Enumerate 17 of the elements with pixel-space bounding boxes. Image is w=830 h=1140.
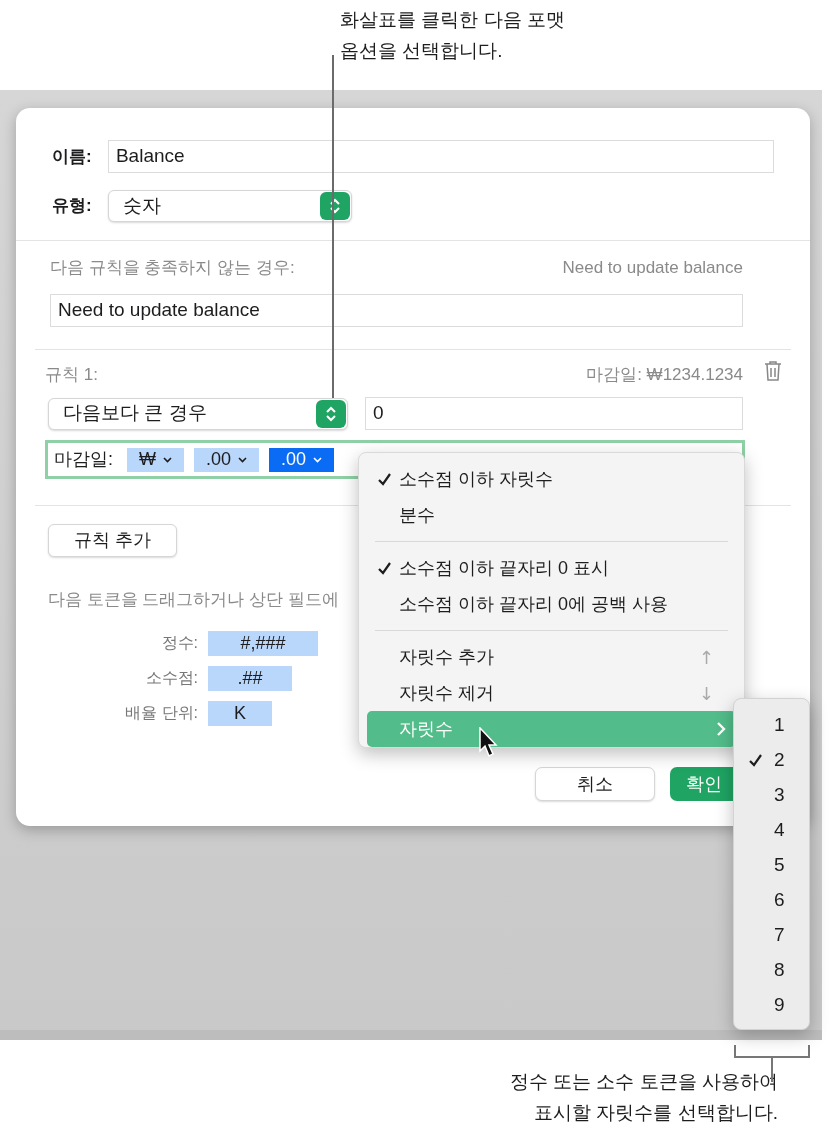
condition-preview: Need to update balance [562,257,743,279]
format-label: 마감일: [54,448,113,471]
shortcut-arrow: ↑ [698,645,714,670]
token-label: 소수점: [144,668,198,688]
rule-title: 규칙 1: [45,363,98,386]
token-label: 정수: [160,633,198,653]
hint-text: 다음 토큰을 드래그하거나 상단 필드에 [48,589,340,611]
field-label: 이름: [52,145,93,168]
popup-value: 다음보다 큰 경우 [63,401,207,426]
popup-value: 숫자 [123,193,161,218]
shortcut-arrow: ↓ [698,681,714,706]
callout-text: 화살표를 클릭한 다음 포맷 옵션을 선택합니다. [340,8,565,63]
token-label: 배율 단위: [124,703,198,723]
field-label: 유형: [52,195,93,218]
condition-label: 다음 규칙을 충족하지 않는 경우: [50,257,295,279]
rule-preview: 마감일: ₩1234.1234 [586,363,743,386]
callout-text: 정수 또는 소수 토큰을 사용하여 표시할 자릿수를 선택합니다. [509,1070,778,1125]
